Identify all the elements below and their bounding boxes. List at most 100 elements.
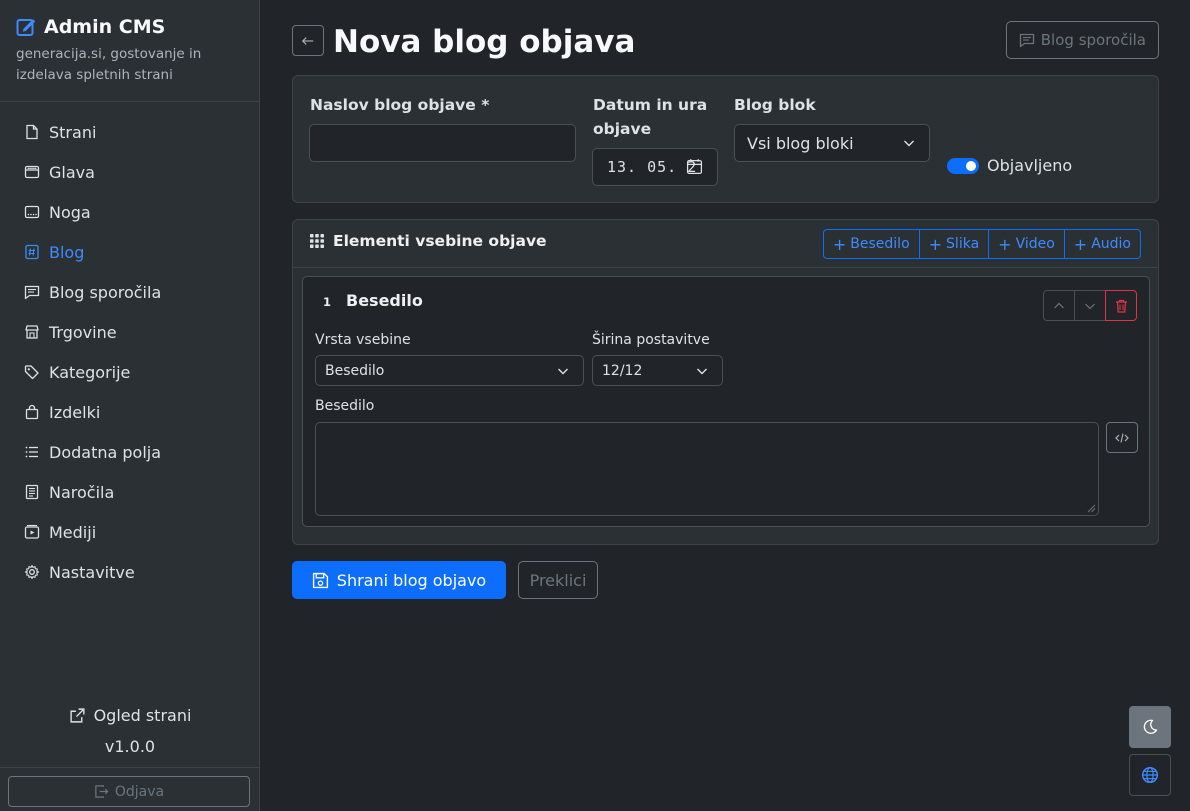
sidebar-item-glava[interactable]: Glava [0, 152, 259, 192]
sidebar-nav: Strani Glava Noga Blog Blog sporočila Tr… [0, 102, 259, 592]
move-up-button[interactable] [1043, 290, 1075, 321]
brand-title[interactable]: Admin CMS [16, 16, 243, 38]
sidebar: Admin CMS generacija.si, gostovanje in i… [0, 0, 260, 811]
post-details-card: Naslov blog objave * Datum in ura objave… [292, 75, 1159, 203]
blog-messages-label: Blog sporočila [1040, 31, 1146, 49]
receipt-icon [24, 484, 40, 500]
code-view-button[interactable] [1106, 422, 1138, 453]
add-text-label: Besedilo [850, 236, 910, 252]
gear-icon [24, 564, 40, 580]
toggle-switch[interactable] [947, 157, 979, 174]
back-button[interactable] [292, 25, 324, 56]
calendar-icon[interactable] [686, 158, 703, 175]
preview-site-label: Ogled strani [93, 705, 192, 725]
sidebar-item-label: Noga [49, 202, 91, 222]
layout-width-label: Širina postavitve [592, 332, 710, 348]
add-audio-button[interactable]: + Audio [1063, 229, 1141, 259]
external-link-icon [69, 707, 86, 724]
chevron-down-icon [903, 137, 915, 149]
sidebar-item-izdelki[interactable]: Izdelki [0, 392, 259, 432]
datetime-value: 13. 05. 2 [607, 158, 698, 176]
pages-icon [24, 124, 40, 140]
footer-icon [24, 204, 40, 220]
bag-icon [24, 404, 40, 420]
sidebar-item-label: Kategorije [49, 362, 131, 382]
brand-subtitle-line2: izdelava spletnih strani [16, 67, 173, 83]
cancel-button[interactable]: Preklici [518, 561, 598, 599]
title-input[interactable] [309, 124, 576, 162]
messages-icon [24, 284, 40, 300]
trash-icon [1115, 299, 1128, 313]
code-icon [1115, 432, 1129, 444]
sidebar-item-noga[interactable]: Noga [0, 192, 259, 232]
preview-site-link[interactable]: Ogled strani [0, 703, 260, 727]
sidebar-item-label: Dodatna polja [49, 442, 162, 462]
sidebar-item-narocila[interactable]: Naročila [0, 472, 259, 512]
save-post-button[interactable]: Shrani blog objavo [292, 561, 506, 599]
blog-messages-button[interactable]: Blog sporočila [1005, 21, 1159, 59]
content-type-select[interactable]: Besedilo [315, 355, 584, 386]
blog-block-select[interactable]: Vsi blog bloki [734, 124, 930, 162]
move-down-button[interactable] [1074, 290, 1106, 321]
sidebar-item-label: Nastavitve [49, 562, 135, 582]
sidebar-item-label: Trgovine [49, 322, 117, 342]
save-post-label: Shrani blog objavo [336, 570, 487, 590]
layout-width-selected: 12/12 [602, 362, 643, 379]
text-content-label: Besedilo [315, 398, 375, 414]
content-elements-card: Elementi vsebine objave + Besedilo + Sli… [292, 219, 1159, 545]
globe-icon [1141, 766, 1159, 784]
add-element-buttons: + Besedilo + Slika + Video + Audio [822, 229, 1141, 259]
chevron-up-icon [1053, 300, 1065, 312]
sidebar-item-mediji[interactable]: Mediji [0, 512, 259, 552]
content-element-card: 1 Besedilo Vrsta vsebine Besedilo Širina… [302, 276, 1150, 527]
chevron-down-icon [696, 365, 708, 377]
plus-icon: + [832, 234, 847, 254]
moon-icon [1142, 719, 1158, 735]
element-actions [1043, 290, 1137, 321]
header-icon [24, 164, 40, 180]
sidebar-item-label: Naročila [49, 482, 115, 502]
plus-icon: + [998, 234, 1012, 254]
sidebar-item-strani[interactable]: Strani [0, 112, 259, 152]
grid-icon [310, 234, 324, 248]
text-content-textarea[interactable] [315, 422, 1099, 516]
sidebar-item-dodatna-polja[interactable]: Dodatna polja [0, 432, 259, 472]
published-label: Objavljeno [987, 156, 1073, 175]
sidebar-item-blog-sporocila[interactable]: Blog sporočila [0, 272, 259, 312]
sidebar-item-label: Mediji [49, 522, 97, 542]
language-button[interactable] [1129, 754, 1171, 796]
delete-element-button[interactable] [1105, 290, 1137, 321]
brand-subtitle-line1: generacija.si, gostovanje in [16, 46, 202, 62]
sidebar-item-label: Blog [49, 242, 85, 262]
brand-name: Admin CMS [44, 16, 166, 38]
floppy-disk-icon [312, 572, 329, 589]
resize-handle-icon[interactable] [1086, 503, 1096, 513]
sidebar-item-trgovine[interactable]: Trgovine [0, 312, 259, 352]
content-type-label: Vrsta vsebine [315, 332, 411, 348]
blog-icon [24, 244, 40, 260]
content-type-selected: Besedilo [325, 362, 385, 379]
add-image-button[interactable]: + Slika [918, 229, 990, 259]
layout-width-select[interactable]: 12/12 [592, 355, 723, 386]
page-title: Nova blog objava [333, 24, 636, 60]
chevron-down-icon [557, 365, 569, 377]
logout-button[interactable]: Odjava [8, 776, 250, 807]
datetime-input[interactable]: 13. 05. 2 [592, 148, 718, 186]
sidebar-item-blog[interactable]: Blog [0, 232, 259, 272]
sidebar-item-kategorije[interactable]: Kategorije [0, 352, 259, 392]
add-video-button[interactable]: + Video [988, 229, 1065, 259]
sidebar-item-label: Strani [49, 122, 97, 142]
add-text-button[interactable]: + Besedilo [822, 229, 920, 259]
add-audio-label: Audio [1091, 236, 1131, 252]
chevron-down-icon [1084, 300, 1096, 312]
content-elements-title: Elementi vsebine objave [310, 232, 547, 250]
datetime-label-line2: objave [593, 120, 652, 138]
sidebar-item-nastavitve[interactable]: Nastavitve [0, 552, 259, 592]
logout-label: Odjava [114, 783, 165, 800]
theme-toggle-button[interactable] [1129, 706, 1171, 748]
edit-icon [16, 17, 36, 37]
published-switch[interactable]: Objavljeno [947, 156, 1072, 175]
brand-subtitle: generacija.si, gostovanje in izdelava sp… [16, 44, 243, 86]
sidebar-item-label: Blog sporočila [49, 282, 162, 302]
list-icon [24, 444, 40, 460]
